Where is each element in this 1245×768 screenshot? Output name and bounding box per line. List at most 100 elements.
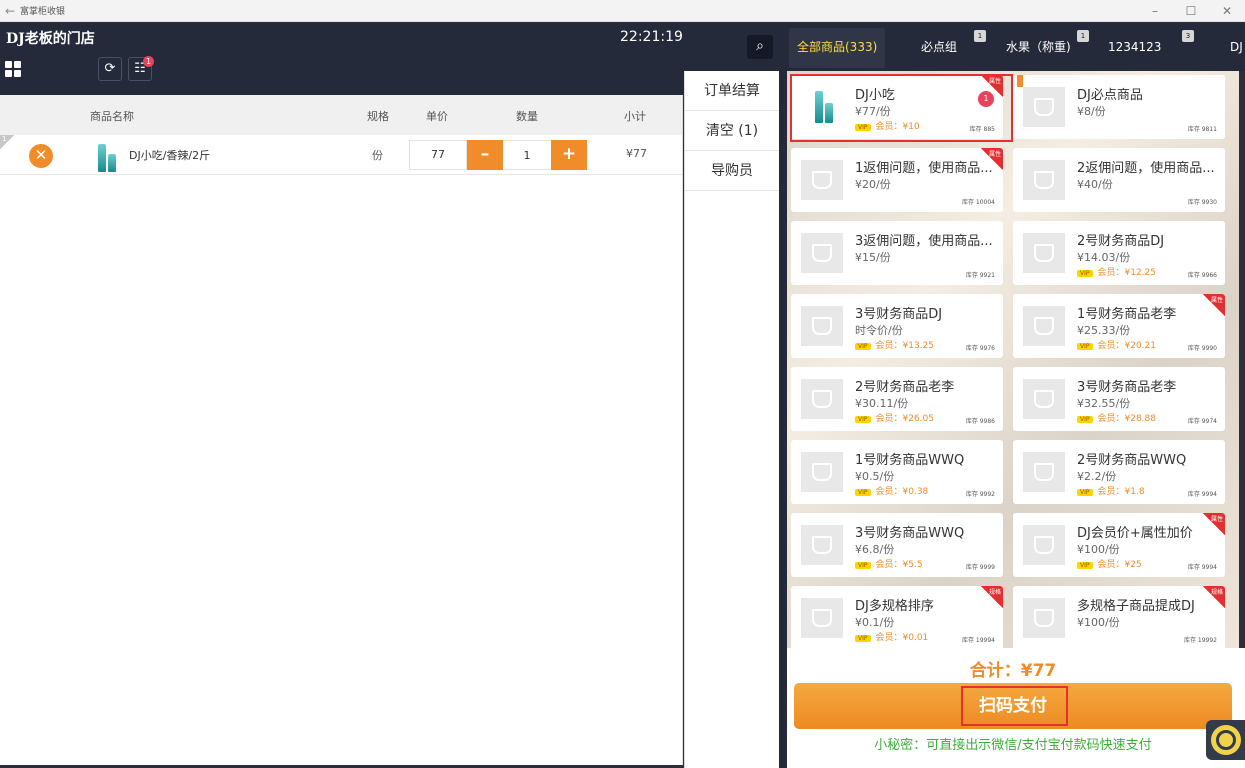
tab-all-goods[interactable]: 全部商品(333) xyxy=(789,28,886,68)
decrease-qty-button[interactable]: – xyxy=(467,140,503,170)
product-stock: 库存 9976 xyxy=(965,345,995,352)
member-price: VIP 会员：¥1.8 xyxy=(1077,484,1145,497)
product-price: ¥2.2/份 xyxy=(1077,470,1117,483)
cashier-header: DJ老板的门店 22:21:19 ⟳ ☷ 1 xyxy=(0,23,785,95)
vip-badge: VIP xyxy=(855,124,871,131)
product-card[interactable]: DJ小吃 ¥77/份 VIP 会员：¥10 库存 885 属性 1 xyxy=(791,75,1003,139)
product-name: 2号财务商品DJ xyxy=(1077,234,1165,249)
col-price: 单价 xyxy=(426,110,448,123)
product-name: 1号财务商品WWQ xyxy=(855,453,965,468)
product-price: ¥20/份 xyxy=(855,178,891,191)
product-stock: 库存 19992 xyxy=(1184,637,1217,644)
product-card[interactable]: 2号财务商品DJ ¥14.03/份 VIP 会员：¥12.25 库存 9966 xyxy=(1013,221,1225,285)
vip-badge: VIP xyxy=(855,562,871,569)
product-card[interactable]: DJ必点商品 ¥8/份 库存 9811 xyxy=(1013,75,1225,139)
product-stock: 库存 9921 xyxy=(965,272,995,279)
clear-button[interactable]: 清空 (1) xyxy=(685,111,779,151)
tab-fruit[interactable]: 水果（称重) xyxy=(1006,23,1071,63)
order-total: 合计：¥77 xyxy=(969,661,1057,681)
goods-grid: DJ小吃 ¥77/份 VIP 会员：¥10 库存 885 属性 1 DJ必点商品 … xyxy=(787,71,1239,648)
product-card[interactable]: 2号财务商品老李 ¥30.11/份 VIP 会员：¥26.05 库存 9986 xyxy=(791,367,1003,431)
placeholder-image xyxy=(1023,452,1065,492)
store-name: DJ老板的门店 xyxy=(6,31,95,47)
spec-ribbon: 规格 xyxy=(1203,586,1225,608)
product-name: 3号财务商品老李 xyxy=(1077,380,1177,395)
product-name: 3号财务商品DJ xyxy=(855,307,943,322)
product-name: 1号财务商品老李 xyxy=(1077,307,1177,322)
member-price: VIP 会员：¥26.05 xyxy=(855,411,934,424)
product-name: DJ必点商品 xyxy=(1077,88,1143,103)
category-tabs: 全部商品(333) 必点组 1 水果（称重) 1 1234123 3 DJ xyxy=(787,23,1245,71)
col-spec: 规格 xyxy=(367,110,389,123)
close-button[interactable]: ✕ xyxy=(1209,4,1245,18)
panel-divider xyxy=(779,23,787,768)
headset-icon[interactable] xyxy=(1206,720,1245,760)
member-price: VIP 会员：¥0.38 xyxy=(855,484,928,497)
product-name: DJ小吃 xyxy=(855,88,895,103)
scan-pay-button[interactable]: 扫码支付 xyxy=(794,683,1232,729)
placeholder-image xyxy=(801,306,843,346)
spec-ribbon: 规格 xyxy=(981,586,1003,608)
product-stock: 库存 9994 xyxy=(1187,491,1217,498)
product-stock: 库存 885 xyxy=(969,126,995,133)
cart-row[interactable]: 1 ✕ DJ小吃/香辣/2斤 份 77 – 1 + ¥77 xyxy=(0,135,682,175)
tab-must-order[interactable]: 必点组 xyxy=(921,23,957,63)
unit-price-field[interactable]: 77 xyxy=(409,140,467,170)
guide-button[interactable]: 导购员 xyxy=(685,151,779,191)
product-stock: 库存 9966 xyxy=(1187,272,1217,279)
product-card[interactable]: 3号财务商品WWQ ¥6.8/份 VIP 会员：¥5.5 库存 9999 xyxy=(791,513,1003,577)
refresh-icon[interactable]: ⟳ xyxy=(98,57,122,81)
tab-dj[interactable]: DJ xyxy=(1230,23,1243,63)
back-icon[interactable]: ← xyxy=(0,4,20,18)
row-index: 1 xyxy=(0,135,14,149)
product-card[interactable]: 3号财务商品DJ 时令价/份 VIP 会员：¥13.25 库存 9976 xyxy=(791,294,1003,358)
tab-1234123[interactable]: 1234123 xyxy=(1108,23,1161,63)
col-name: 商品名称 xyxy=(90,110,134,123)
product-card[interactable]: 2号财务商品WWQ ¥2.2/份 VIP 会员：¥1.8 库存 9994 xyxy=(1013,440,1225,504)
product-card[interactable]: 1号财务商品老李 ¥25.33/份 VIP 会员：¥20.21 库存 9990 属… xyxy=(1013,294,1225,358)
tab-badge: 3 xyxy=(1182,30,1194,42)
product-card[interactable]: DJ多规格排序 ¥0.1/份 VIP 会员：¥0.01 库存 19994 规格 xyxy=(791,586,1003,648)
col-subtotal: 小计 xyxy=(624,110,646,123)
placeholder-image xyxy=(1023,233,1065,273)
window-titlebar: ← 富掌柜收银 – ☐ ✕ xyxy=(0,0,1245,22)
product-card[interactable]: 3号财务商品老李 ¥32.55/份 VIP 会员：¥28.88 库存 9974 xyxy=(1013,367,1225,431)
action-panel: 订单结算 清空 (1) 导购员 xyxy=(684,71,779,768)
product-card[interactable]: 2返佣问题，使用商品... ¥40/份 库存 9930 xyxy=(1013,148,1225,212)
increase-qty-button[interactable]: + xyxy=(551,140,587,170)
checkout-button[interactable]: 订单结算 xyxy=(685,71,779,111)
qty-field[interactable]: 1 xyxy=(503,140,551,170)
member-price: VIP 会员：¥25 xyxy=(1077,557,1142,570)
checkout-footer: 合计：¥77 扫码支付 小秘密：可直接出示微信/支付宝付款码快速支付 xyxy=(787,648,1245,768)
search-icon[interactable]: ⌕ xyxy=(747,35,773,59)
product-card[interactable]: DJ会员价+属性加价 ¥100/份 VIP 会员：¥25 库存 9994 属性 xyxy=(1013,513,1225,577)
tab-badge: 1 xyxy=(1077,30,1089,42)
placeholder-image xyxy=(1023,87,1065,127)
product-thumbnail xyxy=(809,89,839,123)
product-card[interactable]: 3返佣问题，使用商品... ¥15/份 库存 9921 xyxy=(791,221,1003,285)
product-price: ¥40/份 xyxy=(1077,178,1113,191)
placeholder-image xyxy=(801,452,843,492)
grid-icon[interactable] xyxy=(5,61,21,77)
product-card[interactable]: 1返佣问题，使用商品... ¥20/份 库存 10004 属性 xyxy=(791,148,1003,212)
product-price: ¥14.03/份 xyxy=(1077,251,1131,264)
product-card[interactable]: 1号财务商品WWQ ¥0.5/份 VIP 会员：¥0.38 库存 9992 xyxy=(791,440,1003,504)
product-price: ¥77/份 xyxy=(855,105,891,118)
minimize-button[interactable]: – xyxy=(1137,4,1173,18)
cart-item-name: DJ小吃/香辣/2斤 xyxy=(129,149,211,162)
placeholder-image xyxy=(1023,598,1065,638)
remove-item-button[interactable]: ✕ xyxy=(29,144,53,168)
product-stock: 库存 9999 xyxy=(965,564,995,571)
col-qty: 数量 xyxy=(516,110,538,123)
placeholder-image xyxy=(801,598,843,638)
globe-badge: 1 xyxy=(143,56,154,67)
window-title: 富掌柜收银 xyxy=(20,7,66,17)
product-price: ¥15/份 xyxy=(855,251,891,264)
vip-badge: VIP xyxy=(855,416,871,423)
product-price: ¥6.8/份 xyxy=(855,543,895,556)
attribute-ribbon: 属性 xyxy=(1203,513,1225,535)
product-name: DJ多规格排序 xyxy=(855,599,934,614)
maximize-button[interactable]: ☐ xyxy=(1173,4,1209,18)
vip-badge: VIP xyxy=(855,635,871,642)
product-card[interactable]: 多规格子商品提成DJ ¥100/份 库存 19992 规格 xyxy=(1013,586,1225,648)
